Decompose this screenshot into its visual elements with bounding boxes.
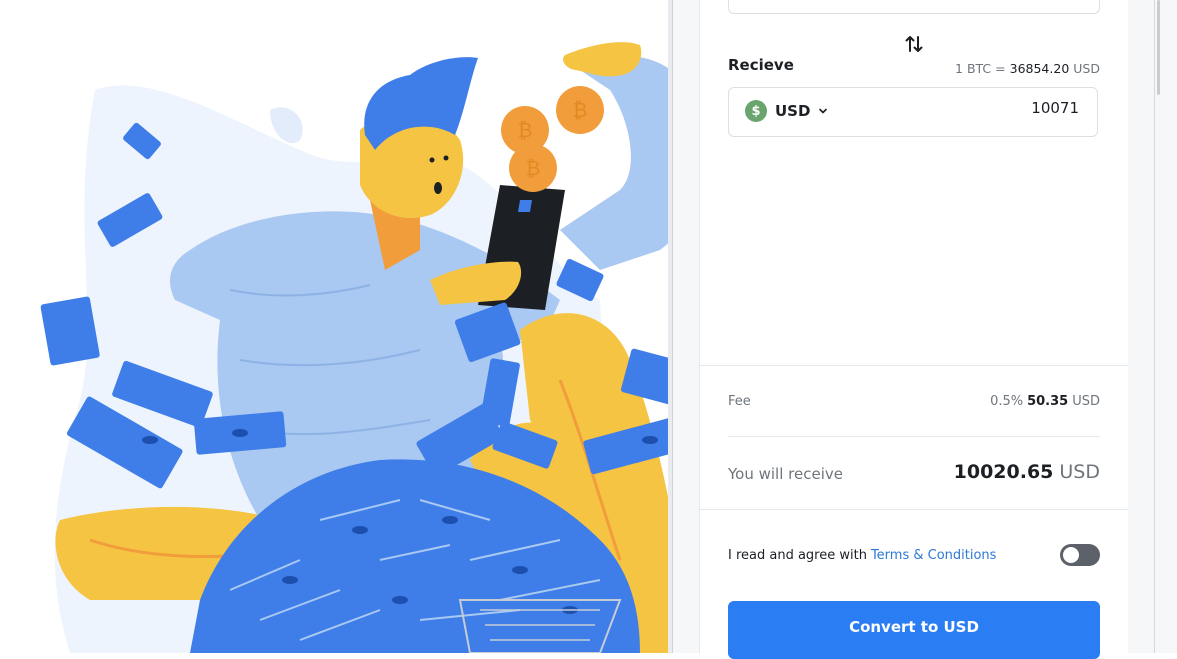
convert-button[interactable]: Convert to USD xyxy=(728,601,1100,659)
terms-agreement: I read and agree with Terms & Conditions xyxy=(728,548,996,563)
rate-currency: USD xyxy=(1073,61,1100,76)
terms-link[interactable]: Terms & Conditions xyxy=(871,548,997,563)
exchange-panel: Recieve 1 BTC = 36854.20 USD $ USD Fee 0… xyxy=(699,0,1129,659)
money-rain-illustration: ₿ ₿ ₿ xyxy=(40,42,668,653)
fee-amount: 50.35 xyxy=(1027,394,1069,409)
svg-text:₿: ₿ xyxy=(573,98,588,122)
receive-amount-box: $ USD xyxy=(728,87,1098,137)
currency-code: USD xyxy=(775,102,811,120)
receive-amount-input[interactable] xyxy=(927,98,1081,118)
fee-percent: 0.5% xyxy=(990,394,1024,409)
hero-illustration: ₿ ₿ ₿ xyxy=(0,0,668,653)
fee-currency: USD xyxy=(1072,394,1100,409)
chevron-down-icon xyxy=(819,108,828,114)
svg-text:₿: ₿ xyxy=(518,118,533,142)
you-will-receive-values: 10020.65 USD xyxy=(954,461,1100,483)
currency-select[interactable]: $ USD xyxy=(745,100,828,122)
scrollbar-thumb[interactable] xyxy=(1157,0,1160,95)
panel-gutter xyxy=(673,0,699,653)
dollar-coin-icon: $ xyxy=(745,100,767,122)
window-edge xyxy=(1128,0,1177,653)
rate-value: 36854.20 xyxy=(1009,61,1070,76)
exchange-rate: 1 BTC = 36854.20 USD xyxy=(955,61,1100,76)
terms-toggle[interactable] xyxy=(1060,544,1100,566)
agreement-text: I read and agree with xyxy=(728,548,867,563)
receive-total-amount: 10020.65 xyxy=(953,461,1054,483)
swap-vertical-icon[interactable] xyxy=(901,31,927,57)
window-edge-line xyxy=(1154,0,1155,653)
fee-values: 0.5% 50.35 USD xyxy=(990,394,1100,409)
receive-total-currency: USD xyxy=(1059,461,1100,483)
fee-label: Fee xyxy=(728,394,751,409)
fee-divider xyxy=(728,436,1100,437)
toggle-knob xyxy=(1063,547,1079,563)
svg-text:₿: ₿ xyxy=(526,156,541,180)
receive-label: Recieve xyxy=(728,56,794,74)
you-will-receive-label: You will receive xyxy=(728,465,843,483)
summary-divider xyxy=(700,509,1128,510)
section-divider xyxy=(700,365,1128,366)
rate-prefix: 1 BTC = xyxy=(955,61,1006,76)
send-amount-box[interactable] xyxy=(728,0,1100,14)
